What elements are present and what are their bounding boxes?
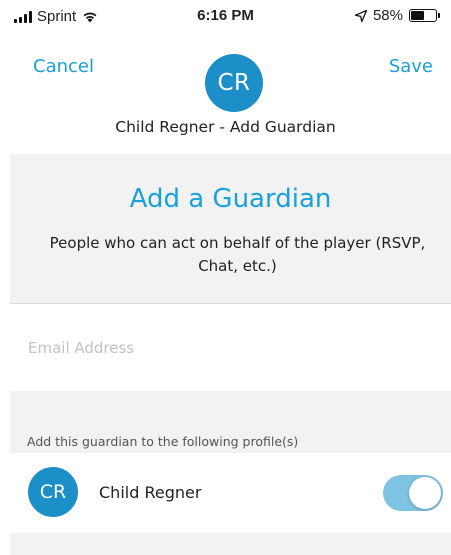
location-arrow-icon xyxy=(354,9,367,22)
battery-nub xyxy=(438,13,440,18)
bottom-spacer xyxy=(10,533,451,555)
list-item: CR Child Regner xyxy=(10,453,451,533)
panel-description: People who can act on behalf of the play… xyxy=(49,234,426,275)
panel-heading: Add a Guardian xyxy=(129,184,332,214)
profile-name: Child Regner xyxy=(99,483,202,502)
divider xyxy=(10,303,451,304)
section-label: Add this guardian to the following profi… xyxy=(27,434,299,449)
email-field[interactable] xyxy=(28,334,428,362)
battery-fill xyxy=(411,11,425,20)
battery-icon xyxy=(409,9,440,22)
save-button[interactable]: Save xyxy=(389,56,433,77)
page-title: Child Regner - Add Guardian xyxy=(115,118,336,136)
avatar-initials: CR xyxy=(217,70,251,96)
add-guardian-panel: Add a Guardian People who can act on beh… xyxy=(10,154,451,304)
nav-header: Cancel CR Save Child Regner - Add Guardi… xyxy=(0,34,451,154)
status-right: 58% xyxy=(354,7,440,24)
battery-percent: 58% xyxy=(372,7,403,24)
profile-avatar: CR xyxy=(28,467,78,517)
profile-toggle[interactable] xyxy=(383,475,443,511)
profiles-section-header: Add this guardian to the following profi… xyxy=(10,391,451,453)
cancel-button[interactable]: Cancel xyxy=(33,56,94,77)
profile-initials: CR xyxy=(39,481,67,503)
toggle-knob xyxy=(409,477,441,509)
avatar: CR xyxy=(205,54,263,112)
status-bar: Sprint 6:16 PM 58% xyxy=(0,0,451,34)
